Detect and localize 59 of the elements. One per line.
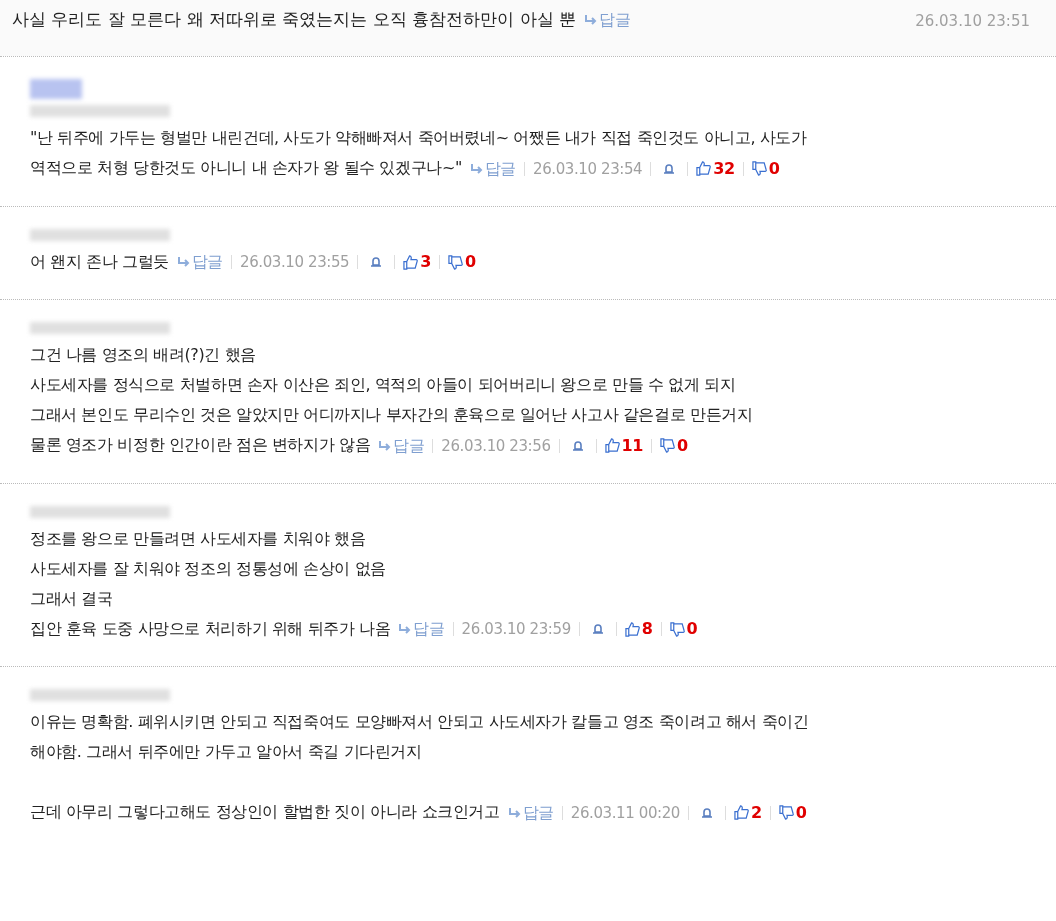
comment-text: "난 뒤주에 가두는 형벌만 내린건데, 사도가 약해빠져서 죽어버렸네~ 어쨌든 내가 직접 죽인것도 아니고, 사도가 bbox=[30, 128, 807, 147]
like-button[interactable]: 3 bbox=[403, 247, 431, 277]
bell-icon bbox=[370, 256, 383, 268]
reply-arrow-icon bbox=[507, 807, 521, 818]
reply-arrow-icon bbox=[176, 257, 190, 267]
comment-text: 근데 아무리 그렇다고해도 정상인이 할법한 짓이 아니라 쇼크인거고 bbox=[30, 802, 500, 821]
thumbs-down-icon bbox=[660, 438, 675, 453]
reply-link[interactable]: 답글 bbox=[507, 797, 554, 828]
comment-date: 26.03.10 23:51 bbox=[915, 11, 1030, 32]
comment-text: 사도세자를 잘 치워야 정조의 정통성에 손상이 없음 bbox=[30, 558, 386, 578]
like-button[interactable]: 8 bbox=[624, 614, 653, 644]
comment-text: 정조를 왕으로 만들려면 사도세자를 치워야 했음 bbox=[30, 528, 366, 548]
like-button[interactable]: 11 bbox=[604, 430, 643, 461]
thumbs-down-icon bbox=[751, 161, 767, 176]
comment-text: 물론 영조가 비정한 인간이란 점은 변하지가 않음 bbox=[30, 435, 371, 454]
comment-text: 사도세자를 정식으로 처벌하면 손자 이산은 죄인, 역적의 아들이 되어버리니 왕으로 만들 수 없게 되지 bbox=[30, 375, 736, 394]
comment-text: 집안 훈육 도중 사망으로 처리하기 위해 뒤주가 나옴 bbox=[30, 618, 391, 638]
comment-text: 그래서 본인도 무리수인 것은 알았지만 어디까지나 부자간의 훈육으로 일어난 사고사 같은걸로 만든거지 bbox=[30, 405, 753, 424]
comment-text: 해야함. 그래서 뒤주에만 가두고 알아서 죽길 기다린거지 bbox=[30, 742, 422, 761]
comment-text: 그래서 결국 bbox=[30, 588, 113, 608]
bell-icon bbox=[663, 162, 676, 175]
thumbs-up-icon bbox=[403, 254, 419, 270]
reply-link[interactable]: 답글 bbox=[176, 247, 224, 277]
reply-link[interactable]: 답글 bbox=[584, 5, 632, 35]
dislike-button[interactable]: 0 bbox=[669, 614, 698, 644]
reply-arrow-icon bbox=[398, 624, 412, 634]
reply-link[interactable]: 답글 bbox=[398, 614, 445, 644]
dislike-button[interactable]: 0 bbox=[448, 247, 476, 277]
bell-icon bbox=[591, 623, 604, 635]
comment-date: 26.03.10 23:54 bbox=[533, 158, 643, 180]
like-button[interactable]: 2 bbox=[734, 797, 762, 828]
thumbs-down-icon bbox=[778, 805, 794, 820]
dislike-button[interactable]: 0 bbox=[751, 153, 780, 184]
comment-date: 26.03.10 23:55 bbox=[240, 252, 350, 273]
comment-text: 어 왠지 존나 그럴듯 bbox=[30, 251, 169, 271]
thumbs-up-icon bbox=[624, 621, 640, 637]
reply-arrow-icon bbox=[469, 163, 483, 174]
reply-link[interactable]: 답글 bbox=[378, 430, 425, 461]
thumbs-up-icon bbox=[734, 805, 749, 820]
reply-link[interactable]: 답글 bbox=[469, 153, 517, 184]
bell-icon bbox=[701, 806, 713, 819]
thumbs-up-icon bbox=[604, 438, 620, 453]
comment-text: 사실 우리도 잘 모른다 왜 저따위로 죽였는지는 오직 흉참전하만이 아실 뿐 bbox=[12, 9, 577, 29]
comment-date: 26.03.11 00:20 bbox=[570, 802, 680, 824]
like-button[interactable]: 32 bbox=[696, 153, 735, 184]
comment-text: 역적으로 처형 당한것도 아니니 내 손자가 왕 될수 있겠구나~" bbox=[30, 158, 462, 177]
thumbs-up-icon bbox=[696, 161, 712, 176]
comment-text: 이유는 명확함. 폐위시키면 안되고 직접죽여도 모양빠져서 안되고 사도세자가 칼들고 영조 죽이려고 해서 죽이긴 bbox=[30, 712, 809, 731]
reply-arrow-icon bbox=[378, 440, 392, 451]
thumbs-down-icon bbox=[669, 621, 685, 637]
comment-date: 26.03.10 23:56 bbox=[441, 435, 551, 457]
blurred-avatar bbox=[30, 79, 82, 99]
reply-arrow-icon bbox=[584, 15, 598, 25]
comment-date: 26.03.10 23:59 bbox=[461, 619, 571, 640]
thumbs-down-icon bbox=[448, 254, 463, 270]
bell-icon bbox=[571, 439, 584, 452]
dislike-button[interactable]: 0 bbox=[778, 797, 807, 828]
comment-text: 그건 나름 영조의 배려(?)긴 했음 bbox=[30, 345, 256, 364]
dislike-button[interactable]: 0 bbox=[660, 430, 688, 461]
